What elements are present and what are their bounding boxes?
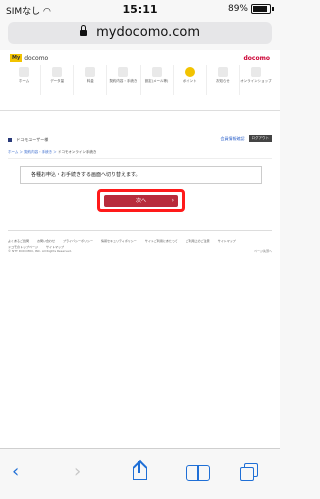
divider bbox=[8, 158, 272, 159]
footer-link[interactable]: よくあるご質問 bbox=[8, 239, 29, 243]
user-subbar: ドコモユーザー様 会員情報確認 ログアウト bbox=[8, 135, 272, 143]
nav-label: お知らせ bbox=[215, 79, 230, 83]
web-page: My docomo docomo ホーム データ量 料金 契約内容・手続き 設定… bbox=[0, 50, 280, 448]
footer-links: よくあるご質問 お問い合わせ プライバシーポリシー 情報セキュリティポリシー サ… bbox=[8, 231, 272, 249]
yen-icon bbox=[85, 67, 96, 77]
nav-label: オンラインショップ bbox=[240, 79, 272, 83]
member-info-link[interactable]: 会員情報確認 bbox=[221, 136, 245, 142]
highlight-frame: 次へ › bbox=[97, 189, 185, 212]
url-text: mydocomo.com bbox=[96, 25, 201, 40]
tab-front bbox=[240, 467, 254, 481]
chevron-right-icon: › bbox=[171, 197, 174, 204]
breadcrumb-home[interactable]: ホーム bbox=[8, 150, 18, 154]
breadcrumb-current: ドコモオンライン手続き bbox=[57, 150, 97, 154]
status-bar: SIMなし ◠ 15:11 89% bbox=[0, 0, 280, 20]
battery-icon bbox=[251, 4, 271, 14]
lock-icon bbox=[79, 25, 87, 36]
book-right-page bbox=[197, 465, 210, 481]
docomo-brand[interactable]: docomo bbox=[244, 55, 270, 62]
next-button[interactable]: 次へ › bbox=[104, 195, 178, 207]
nav-label: 料金 bbox=[86, 79, 94, 83]
back-icon[interactable]: ‹ bbox=[12, 461, 19, 482]
nav-shop[interactable]: オンラインショップ bbox=[240, 65, 272, 95]
site-footer: よくあるご質問 お問い合わせ プライバシーポリシー 情報セキュリティポリシー サ… bbox=[8, 230, 272, 261]
footer-link[interactable]: ご利用上のご注意 bbox=[186, 239, 210, 243]
breadcrumb: ホーム ＞ 契約内容・手続き ＞ ドコモオンライン手続き bbox=[8, 150, 97, 154]
browser-toolbar: ‹ › bbox=[0, 448, 280, 499]
user-bullet-icon bbox=[8, 138, 12, 142]
bell-icon bbox=[217, 67, 228, 77]
main-nav: ホーム データ量 料金 契約内容・手続き 設定(メール等) ポイント お知らせ … bbox=[8, 65, 272, 95]
copyright: © NTT DOCOMO, INC. All Rights Reserved. bbox=[8, 249, 72, 253]
nav-label: 設定(メール等) bbox=[144, 79, 169, 83]
nav-news[interactable]: お知らせ bbox=[207, 65, 240, 95]
site-header: My docomo docomo ホーム データ量 料金 契約内容・手続き 設定… bbox=[0, 50, 280, 111]
nav-fee[interactable]: 料金 bbox=[74, 65, 108, 95]
footer-link[interactable]: お問い合わせ bbox=[37, 239, 55, 243]
nav-label: 契約内容・手続き bbox=[109, 79, 138, 83]
cart-icon bbox=[250, 67, 261, 77]
nav-point[interactable]: ポイント bbox=[174, 65, 207, 95]
nav-label: データ量 bbox=[50, 79, 65, 83]
logo-badge: My bbox=[10, 54, 23, 62]
home-icon bbox=[19, 67, 30, 77]
nav-label: ポイント bbox=[182, 79, 197, 83]
footer-link[interactable]: サイトマップ bbox=[218, 239, 236, 243]
footer-link[interactable]: 情報セキュリティポリシー bbox=[101, 239, 137, 243]
nav-label: ホーム bbox=[18, 79, 30, 83]
settings-icon bbox=[151, 67, 162, 77]
footer-link[interactable]: プライバシーポリシー bbox=[63, 239, 93, 243]
user-name: ドコモユーザー様 bbox=[16, 137, 49, 142]
battery-indicator: 89% bbox=[228, 4, 274, 14]
breadcrumb-contract[interactable]: 契約内容・手続き bbox=[24, 150, 52, 154]
battery-tip bbox=[272, 7, 274, 11]
logout-button[interactable]: ログアウト bbox=[248, 135, 272, 142]
next-button-label: 次へ bbox=[135, 198, 146, 204]
share-icon[interactable] bbox=[131, 459, 148, 480]
data-icon bbox=[52, 67, 63, 77]
nav-data[interactable]: データ量 bbox=[41, 65, 75, 95]
nav-home[interactable]: ホーム bbox=[8, 65, 42, 95]
account-links: 会員情報確認 ログアウト bbox=[221, 135, 272, 142]
contract-icon bbox=[118, 67, 129, 77]
page-top-link[interactable]: ページ先頭へ bbox=[254, 249, 272, 253]
bookmarks-icon[interactable] bbox=[186, 465, 210, 481]
footer-link[interactable]: サイトご利用にあたって bbox=[145, 239, 178, 243]
nav-contract[interactable]: 契約内容・手続き bbox=[107, 65, 141, 95]
tabs-icon[interactable] bbox=[240, 463, 258, 481]
point-icon bbox=[184, 67, 195, 77]
mydocomo-logo[interactable]: My docomo bbox=[10, 54, 48, 62]
address-bar[interactable]: mydocomo.com bbox=[8, 22, 272, 44]
battery-percent: 89% bbox=[227, 4, 248, 14]
notice-box: 各種お申込・お手続きする画面へ切り替えます。 bbox=[20, 166, 262, 184]
forward-icon[interactable]: › bbox=[74, 461, 81, 482]
logo-text: docomo bbox=[24, 54, 49, 62]
nav-settings[interactable]: 設定(メール等) bbox=[141, 65, 174, 95]
